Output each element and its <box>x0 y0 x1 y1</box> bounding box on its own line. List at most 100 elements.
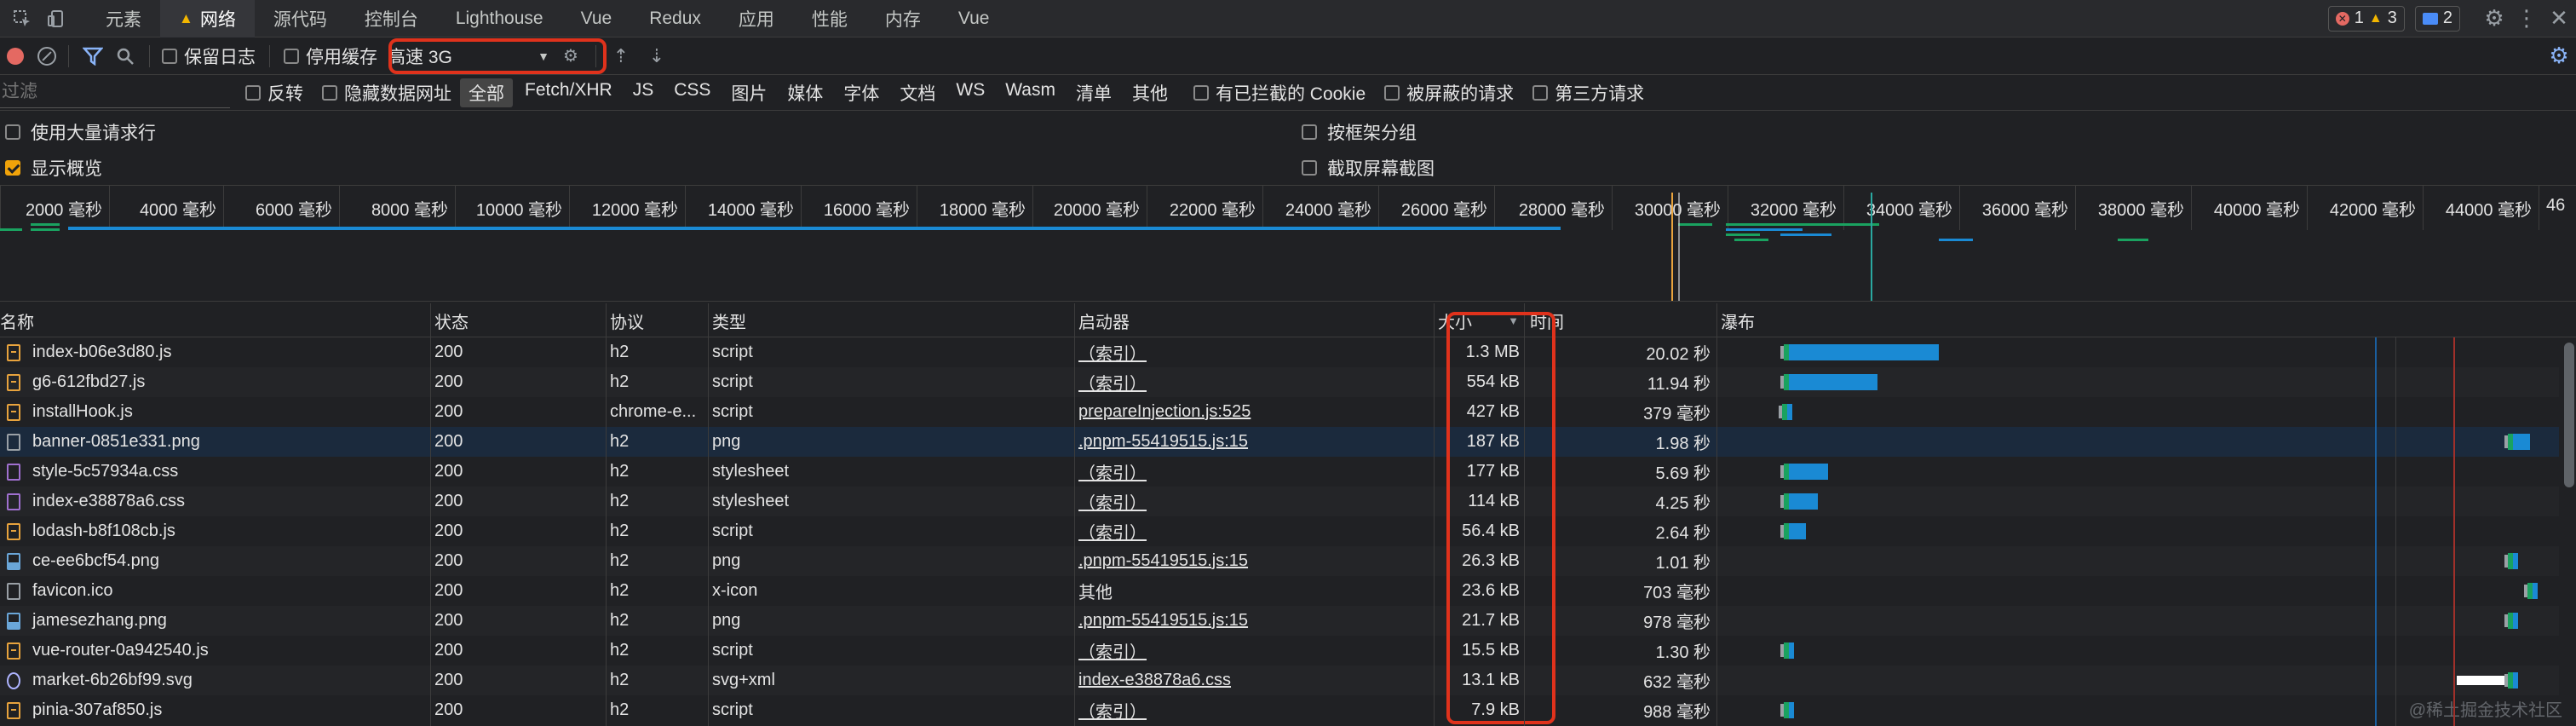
timeline-tick-label: 34000 毫秒 <box>1866 201 1952 220</box>
column-status[interactable]: 状态 <box>431 303 607 337</box>
initiator-cell[interactable]: （索引） <box>1078 698 1147 723</box>
blocked-requests-checkbox[interactable] <box>1384 84 1400 101</box>
record-icon[interactable] <box>7 47 24 65</box>
blocked-cookies-checkbox[interactable] <box>1193 84 1209 101</box>
tab-7[interactable]: 应用 <box>720 0 793 37</box>
filter-type-11[interactable]: 其他 <box>1124 78 1176 107</box>
issue-counter[interactable]: ✕ 1 ▲ 3 <box>2327 5 2405 32</box>
table-row[interactable]: ce-ee6bcf54.png 200 h2 png .pnpm-55419515.js… <box>0 546 2559 576</box>
more-options-icon[interactable]: ⋮ <box>2511 0 2542 37</box>
table-row[interactable]: vue-router-0a942540.js 200 h2 script （索引） 15.… <box>0 636 2559 666</box>
settings-gear-icon[interactable]: ⚙ <box>2477 0 2511 37</box>
protocol-cell: h2 <box>610 671 630 689</box>
table-row[interactable]: lodash-b8f108cb.js 200 h2 script （索引） 56.4 kB… <box>0 516 2559 546</box>
inspect-element-icon[interactable] <box>5 0 39 37</box>
status-cell: 200 <box>434 372 463 391</box>
filter-type-10[interactable]: 清单 <box>1067 78 1120 107</box>
export-har-icon[interactable]: ⇣ <box>644 45 670 67</box>
network-settings-gear-icon[interactable]: ⚙ <box>2542 43 2576 69</box>
timeline-tick: 44000 毫秒 <box>2423 186 2539 230</box>
status-cell: 200 <box>434 432 463 451</box>
table-row[interactable]: g6-612fbd27.js 200 h2 script （索引） 554 kB 11.94… <box>0 367 2559 397</box>
big-rows-checkbox[interactable] <box>5 124 20 140</box>
filter-type-2[interactable]: JS <box>624 78 663 107</box>
disable-cache-checkbox[interactable] <box>284 48 299 64</box>
filter-icon[interactable] <box>81 47 105 66</box>
search-icon[interactable] <box>113 47 137 66</box>
device-toolbar-icon[interactable] <box>39 0 73 37</box>
tab-4[interactable]: Lighthouse <box>437 0 562 37</box>
initiator-cell[interactable]: （索引） <box>1078 489 1147 514</box>
show-overview-checkbox[interactable] <box>5 160 20 176</box>
tab-3[interactable]: 控制台 <box>346 0 437 37</box>
table-row[interactable]: style-5c57934a.css 200 h2 stylesheet （索引） 177… <box>0 457 2559 487</box>
initiator-cell[interactable]: .pnpm-55419515.js:15 <box>1078 611 1248 631</box>
tab-5[interactable]: Vue <box>562 0 631 37</box>
timeline-tick-label: 6000 毫秒 <box>255 201 332 220</box>
filter-type-3[interactable]: CSS <box>665 78 719 107</box>
overview-timeline[interactable]: 2000 毫秒 4000 毫秒 6000 毫秒 8000 毫秒 10000 毫秒 1200… <box>0 186 2576 302</box>
file-doc-icon <box>7 433 20 451</box>
filter-type-9[interactable]: Wasm <box>997 78 1064 107</box>
column-waterfall[interactable]: 瀑布 <box>1717 303 2559 337</box>
initiator-cell[interactable]: 其他 <box>1078 579 1113 603</box>
initiator-cell[interactable]: prepareInjection.js:525 <box>1078 402 1251 422</box>
initiator-cell[interactable]: （索引） <box>1078 459 1147 484</box>
status-cell: 200 <box>434 492 463 510</box>
table-row[interactable]: favicon.ico 200 h2 x-icon 其他 23.6 kB 703 毫秒 <box>0 576 2559 606</box>
protocol-cell: h2 <box>610 372 630 391</box>
invert-checkbox[interactable] <box>245 84 261 101</box>
blocked-requests-label: 被屏蔽的请求 <box>1406 84 1515 104</box>
tab-1[interactable]: ▲ 网络 <box>160 0 255 37</box>
status-cell: 200 <box>434 581 463 600</box>
table-row[interactable]: index-b06e3d80.js 200 h2 script （索引） 1.3 MB 20… <box>0 337 2559 367</box>
waterfall-download <box>2512 613 2518 629</box>
column-name[interactable]: 名称 <box>0 303 431 337</box>
tab-6[interactable]: Redux <box>630 0 720 37</box>
clear-icon[interactable] <box>37 46 56 66</box>
message-counter[interactable]: 2 <box>2414 5 2460 32</box>
filter-type-6[interactable]: 字体 <box>835 78 888 107</box>
table-row[interactable]: pinia-307af850.js 200 h2 script （索引） 7.9 kB 98… <box>0 695 2559 725</box>
column-type[interactable]: 类型 <box>709 303 1075 337</box>
initiator-cell[interactable]: .pnpm-55419515.js:15 <box>1078 551 1248 571</box>
hide-data-urls-checkbox[interactable] <box>322 84 337 101</box>
tab-label: 内存 <box>884 9 921 30</box>
initiator-cell[interactable]: （索引） <box>1078 519 1147 544</box>
table-row[interactable]: banner-0851e331.png 200 h2 png .pnpm-5541951… <box>0 427 2559 457</box>
initiator-cell[interactable]: （索引） <box>1078 370 1147 395</box>
filter-type-0[interactable]: 全部 <box>460 78 513 107</box>
table-row[interactable]: index-e38878a6.css 200 h2 stylesheet （索引） 114… <box>0 487 2559 516</box>
close-devtools-icon[interactable]: ✕ <box>2542 0 2576 37</box>
preserve-log-checkbox[interactable] <box>162 48 177 64</box>
table-row[interactable]: market-6b26bf99.svg 200 h2 svg+xml index-e38… <box>0 666 2559 695</box>
watermark: @稀土掘金技术社区 <box>2408 701 2562 720</box>
filter-type-4[interactable]: 图片 <box>722 78 775 107</box>
table-row[interactable]: installHook.js 200 chrome-e... script prepar… <box>0 397 2559 427</box>
filter-type-7[interactable]: 文档 <box>891 78 944 107</box>
filter-input[interactable] <box>0 77 230 108</box>
requests-table-header: 名称 状态 协议 类型 启动器 大小 ▼ 时间 瀑布 <box>0 303 2576 337</box>
status-cell: 200 <box>434 671 463 689</box>
import-har-icon[interactable]: ⇡ <box>608 45 634 67</box>
filter-type-1[interactable]: Fetch/XHR <box>516 78 621 107</box>
filter-type-5[interactable]: 媒体 <box>779 78 831 107</box>
tab-9[interactable]: 内存 <box>866 0 940 37</box>
capture-screenshots-checkbox[interactable] <box>1302 160 1317 176</box>
third-party-checkbox[interactable] <box>1532 84 1549 101</box>
filter-type-8[interactable]: WS <box>947 78 993 107</box>
group-by-frame-checkbox[interactable] <box>1302 124 1317 140</box>
initiator-cell[interactable]: index-e38878a6.css <box>1078 671 1231 690</box>
tab-2[interactable]: 源代码 <box>255 0 346 37</box>
initiator-cell[interactable]: （索引） <box>1078 638 1147 663</box>
initiator-cell[interactable]: （索引） <box>1078 340 1147 365</box>
column-protocol[interactable]: 协议 <box>607 303 709 337</box>
type-cell: png <box>712 611 741 630</box>
tab-8[interactable]: 性能 <box>793 0 866 37</box>
tab-10[interactable]: Vue <box>940 0 1009 37</box>
vertical-scrollbar[interactable] <box>2564 343 2574 487</box>
tab-0[interactable]: 元素 <box>87 0 160 37</box>
initiator-cell[interactable]: .pnpm-55419515.js:15 <box>1078 432 1248 452</box>
table-row[interactable]: jamesezhang.png 200 h2 png .pnpm-55419515.js… <box>0 606 2559 636</box>
column-initiator[interactable]: 启动器 <box>1075 303 1435 337</box>
